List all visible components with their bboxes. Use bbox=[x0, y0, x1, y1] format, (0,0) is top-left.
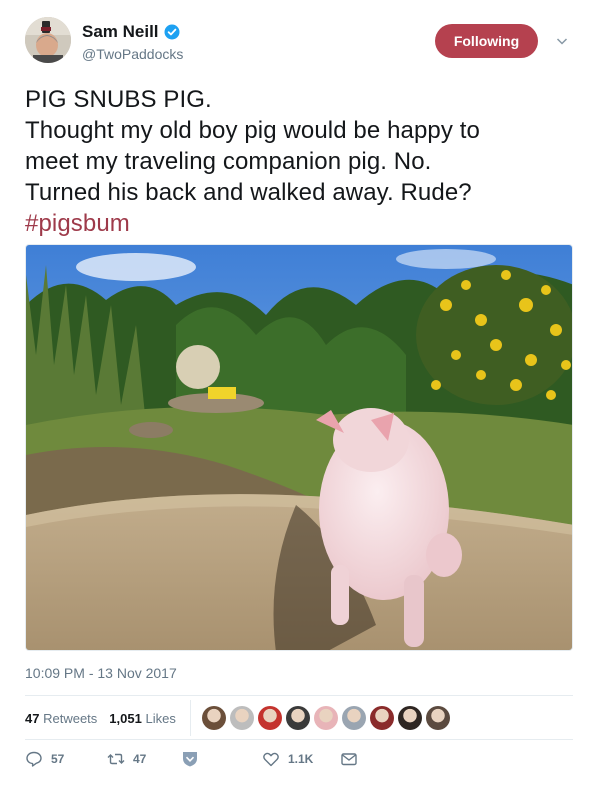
reply-button[interactable]: 57 bbox=[25, 750, 64, 768]
hashtag-link[interactable]: #pigsbum bbox=[25, 208, 585, 239]
verified-badge-icon bbox=[164, 24, 180, 40]
retweets-count: 47 bbox=[25, 710, 40, 726]
heart-badge-button[interactable] bbox=[181, 750, 207, 768]
tweet-card: Sam Neill @TwoPaddocks Following PIG SNU… bbox=[0, 0, 600, 790]
retweets-label: Retweets bbox=[43, 710, 98, 726]
like-count: 1.1K bbox=[288, 752, 314, 766]
liker-avatar[interactable] bbox=[258, 706, 282, 730]
divider bbox=[25, 695, 573, 696]
likes-count: 1,051 bbox=[109, 710, 142, 726]
likes-label: Likes bbox=[145, 710, 176, 726]
tweet-text-line: Turned his back and walked away. Rude? bbox=[25, 179, 472, 206]
author-name-row[interactable]: Sam Neill bbox=[82, 22, 183, 42]
likes-stat[interactable]: 1,051 Likes bbox=[109, 711, 176, 726]
following-button[interactable]: Following bbox=[435, 24, 538, 58]
liker-avatar[interactable] bbox=[342, 706, 366, 730]
direct-message-button[interactable] bbox=[340, 750, 366, 768]
tweet-text-line: meet my traveling companion pig. No. bbox=[25, 148, 432, 175]
tweet-timestamp[interactable]: 10:09 PM - 13 Nov 2017 bbox=[25, 665, 177, 681]
heart-badge-icon bbox=[183, 752, 197, 767]
liker-avatar[interactable] bbox=[286, 706, 310, 730]
chevron-down-icon[interactable] bbox=[556, 34, 568, 46]
display-name[interactable]: Sam Neill bbox=[82, 22, 159, 42]
retweet-button[interactable]: 47 bbox=[107, 750, 146, 768]
tweet-stats: 47 Retweets 1,051 Likes bbox=[25, 700, 188, 736]
envelope-icon bbox=[341, 753, 357, 766]
tweet-text-line: Thought my old boy pig would be happy to bbox=[25, 117, 480, 144]
reply-icon bbox=[26, 751, 42, 767]
divider bbox=[25, 739, 573, 740]
author-info: Sam Neill @TwoPaddocks bbox=[82, 22, 183, 62]
like-button[interactable]: 1.1K bbox=[262, 750, 313, 768]
author-avatar[interactable] bbox=[25, 17, 71, 63]
heart-icon bbox=[263, 752, 279, 767]
liker-avatar[interactable] bbox=[398, 706, 422, 730]
tweet-actions: 57 47 1.1K bbox=[25, 750, 585, 774]
reply-count: 57 bbox=[51, 752, 65, 766]
likers-avatars bbox=[190, 700, 454, 736]
retweets-stat[interactable]: 47 Retweets bbox=[25, 711, 97, 726]
liker-avatar[interactable] bbox=[426, 706, 450, 730]
retweet-icon bbox=[107, 753, 125, 765]
liker-avatar[interactable] bbox=[314, 706, 338, 730]
liker-avatar[interactable] bbox=[202, 706, 226, 730]
liker-avatar[interactable] bbox=[370, 706, 394, 730]
tweet-text: PIG SNUBS PIG. Thought my old boy pig wo… bbox=[25, 84, 585, 239]
author-handle[interactable]: @TwoPaddocks bbox=[82, 46, 183, 62]
tweet-text-line: PIG SNUBS PIG. bbox=[25, 86, 212, 113]
retweet-count: 47 bbox=[133, 752, 147, 766]
tweet-photo[interactable] bbox=[25, 244, 573, 651]
liker-avatar[interactable] bbox=[230, 706, 254, 730]
